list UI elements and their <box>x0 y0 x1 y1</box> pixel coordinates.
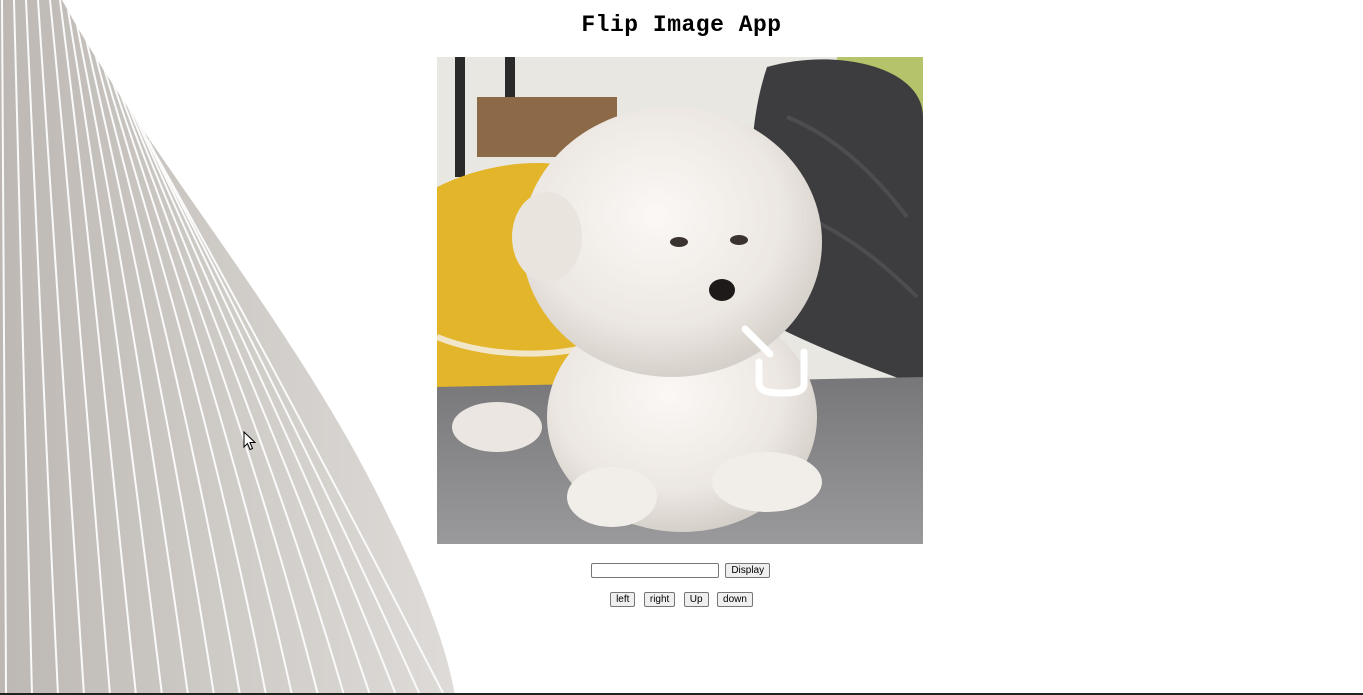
page: Flip Image App Display left right Up dow… <box>0 0 1363 695</box>
flip-up-button[interactable]: Up <box>683 592 709 608</box>
image-url-input[interactable] <box>590 563 719 579</box>
flip-down-button[interactable]: down <box>717 592 753 608</box>
flip-left-button[interactable]: left <box>610 592 636 608</box>
flip-controls: left right Up down <box>0 591 1363 609</box>
puppy-image <box>437 57 923 544</box>
mouse-pointer-icon <box>243 431 257 451</box>
display-controls: Display <box>0 562 1363 580</box>
display-button[interactable]: Display <box>725 563 771 579</box>
flip-right-button[interactable]: right <box>643 592 676 608</box>
page-title: Flip Image App <box>581 12 782 38</box>
displayed-image <box>437 57 923 544</box>
